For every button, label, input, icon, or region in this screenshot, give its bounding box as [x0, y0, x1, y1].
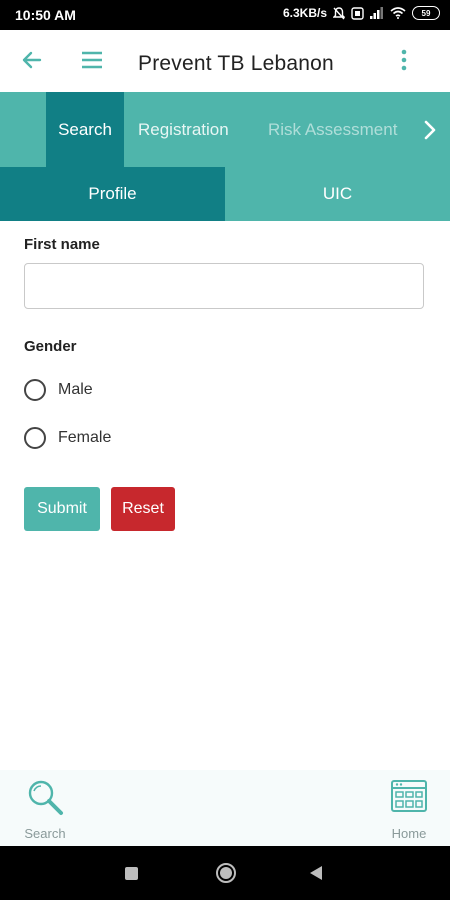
tab-risk-assessment[interactable]: Risk Assessment	[268, 92, 406, 167]
signal-icon	[370, 7, 383, 19]
radio-label: Male	[58, 381, 93, 398]
first-name-input[interactable]	[24, 263, 424, 309]
bottom-navigation: Search Home	[0, 770, 450, 846]
gender-label: Gender	[24, 338, 77, 355]
radio-label: Female	[58, 429, 112, 446]
battery-icon: 59	[412, 6, 440, 20]
status-icons: 6.3KB/s 59	[283, 6, 440, 20]
reset-button[interactable]: Reset	[111, 487, 175, 531]
gender-option-male[interactable]: Male	[24, 379, 93, 401]
wifi-icon	[390, 7, 406, 19]
tab-uic[interactable]: UIC	[225, 167, 450, 221]
notification-icon	[351, 6, 364, 20]
radio-button[interactable]	[24, 427, 46, 449]
primary-tabs: Search Registration Risk Assessment	[0, 92, 450, 167]
nav-label: Search	[24, 826, 66, 841]
tab-label: Search	[58, 119, 112, 139]
radio-button[interactable]	[24, 379, 46, 401]
more-vert-icon[interactable]	[398, 48, 410, 72]
battery-level: 59	[421, 8, 431, 18]
chevron-right-icon	[424, 120, 436, 139]
page-title: Prevent TB Lebanon	[138, 52, 334, 75]
status-bar: 10:50 AM 6.3KB/s 59	[0, 0, 450, 30]
status-time: 10:50 AM	[15, 7, 76, 23]
tab-registration[interactable]: Registration	[138, 92, 229, 167]
tab-search[interactable]: Search	[46, 92, 124, 167]
gender-option-female[interactable]: Female	[24, 427, 111, 449]
tab-label: Risk Assessment	[268, 119, 398, 139]
hamburger-menu-icon[interactable]	[80, 50, 104, 70]
nav-search[interactable]: Search	[22, 770, 68, 846]
tab-label: Registration	[138, 119, 229, 139]
recents-icon[interactable]	[125, 867, 138, 880]
tab-label: Profile	[88, 184, 137, 203]
bell-off-icon	[333, 6, 345, 19]
back-arrow-icon[interactable]	[20, 48, 44, 72]
nav-label: Home	[391, 826, 427, 841]
nav-home[interactable]: Home	[386, 770, 432, 846]
search-icon	[28, 780, 63, 815]
secondary-tabs: Profile UIC	[0, 167, 450, 221]
tab-label: UIC	[322, 184, 353, 203]
tab-scroll-right[interactable]	[410, 92, 450, 167]
submit-button[interactable]: Submit	[24, 487, 100, 531]
back-triangle-icon[interactable]	[310, 866, 322, 880]
home-button-icon[interactable]	[216, 863, 236, 883]
app-bar: Prevent TB Lebanon	[0, 30, 450, 92]
tab-profile[interactable]: Profile	[0, 167, 225, 221]
search-form: First name	[24, 236, 424, 309]
system-nav-bar	[0, 846, 450, 900]
home-icon	[391, 780, 427, 812]
first-name-label: First name	[24, 236, 100, 253]
network-speed: 6.3KB/s	[282, 6, 327, 20]
